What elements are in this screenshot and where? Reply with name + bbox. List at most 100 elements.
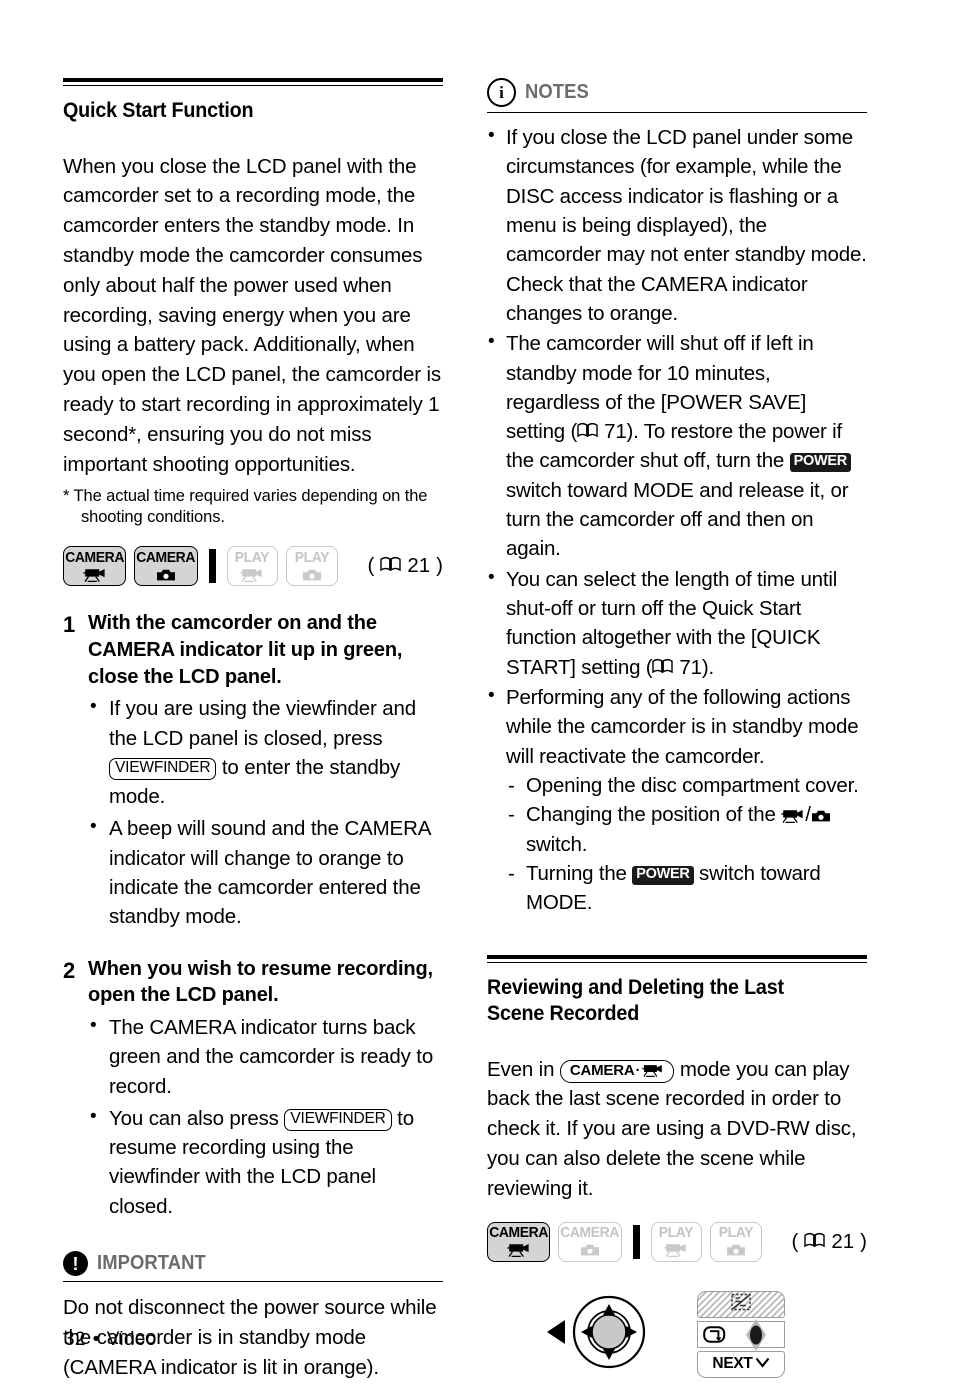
step-2-bullets: The CAMERA indicator turns back green an…	[63, 1012, 443, 1221]
mode-chip-label: CAMERA	[65, 549, 125, 566]
quick-start-footnote: * The actual time required varies depend…	[63, 486, 428, 526]
still-camera-icon	[580, 1242, 600, 1257]
callout-title: NOTES	[525, 81, 589, 103]
chevron-down-icon	[755, 1355, 770, 1373]
mode-chip-play-video[interactable]: PLAY	[650, 1221, 703, 1262]
joystick-4way[interactable]	[543, 1286, 655, 1383]
page-footer: 32 • Video	[64, 1329, 156, 1351]
step-number: 1	[63, 612, 76, 638]
step-instruction: When you wish to resume recording, open …	[88, 957, 433, 1007]
callout-title: IMPORTANT	[97, 1252, 206, 1275]
viewfinder-button[interactable]: VIEWFINDER	[109, 758, 217, 780]
list-item: You can also press VIEWFINDER to resume …	[90, 1103, 443, 1221]
list-item: If you are using the viewfinder and the …	[90, 693, 443, 811]
reviewing-paragraph: Even in CAMERA· mode you can play back t…	[487, 1055, 867, 1204]
notes-header: i NOTES	[487, 78, 867, 113]
video-camera-icon	[664, 1242, 688, 1257]
list-item: Changing the position of the / switch.	[506, 800, 867, 859]
guide-row-next-label: NEXT	[712, 1355, 753, 1373]
section-title-reviewing: Reviewing and Deleting the Last Scene Re…	[487, 976, 784, 1026]
sub-note-text: Changing the position of the	[526, 803, 782, 827]
exclamation-icon: !	[63, 1251, 88, 1277]
book-icon	[380, 554, 402, 578]
bullet-text-pre: You can also press	[109, 1106, 285, 1130]
guide-row-disabled[interactable]	[697, 1290, 785, 1318]
sub-note-text: switch.	[526, 832, 588, 856]
bullet-text-pre: If you are using the viewfinder and the …	[109, 697, 416, 750]
page-reference: 71	[652, 653, 702, 682]
paren-open: (	[791, 1229, 799, 1253]
footer-page-number: 32	[64, 1329, 86, 1350]
list-item: You can select the length of time until …	[487, 564, 867, 682]
still-camera-icon	[726, 1242, 746, 1257]
page-reference: 71	[577, 417, 627, 446]
footer-separator: •	[92, 1329, 100, 1350]
page-title: Quick Start Function	[63, 99, 254, 122]
video-camera-icon	[642, 1062, 664, 1079]
paren-close: )	[860, 1229, 867, 1253]
reviewing-section: Reviewing and Deleting the Last Scene Re…	[487, 955, 867, 1382]
section-rule-reviewing	[487, 955, 867, 964]
sub-note-text: Turning the	[526, 861, 633, 885]
video-photo-switch-glyphs: /	[781, 803, 831, 826]
step-instruction: With the camcorder on and the CAMERA ind…	[88, 612, 403, 688]
page-number-ref: 71	[604, 420, 627, 444]
page-reference: ( 21 )	[368, 554, 443, 578]
mode-chip-play-photo[interactable]: PLAY	[286, 546, 338, 587]
important-header: ! IMPORTANT	[63, 1251, 443, 1283]
book-icon	[804, 1230, 826, 1254]
mode-bar-divider	[632, 1224, 640, 1259]
left-column: Quick Start Function When you close the …	[63, 78, 443, 1385]
step-number: 2	[63, 957, 76, 983]
bullet-text-pre: A beep will sound and the CAMERA indicat…	[109, 817, 431, 929]
mode-bar-divider	[208, 549, 216, 584]
important-callout: ! IMPORTANT Do not disconnect the power …	[63, 1251, 443, 1382]
info-icon: i	[487, 78, 516, 107]
notes-list: If you close the LCD panel under some ci…	[487, 122, 867, 918]
mode-chip-camera-video[interactable]: CAMERA	[63, 546, 127, 587]
mode-chip-camera-video[interactable]: CAMERA	[487, 1221, 551, 1262]
guide-row-next[interactable]: NEXT	[697, 1350, 785, 1378]
camera-video-mode-pill: CAMERA·	[559, 1059, 675, 1084]
mode-chip-play-video[interactable]: PLAY	[226, 546, 279, 587]
video-camera-icon	[507, 1242, 531, 1257]
power-button[interactable]: POWER	[789, 453, 851, 473]
mode-chip-label: PLAY	[659, 1224, 694, 1241]
list-item: Performing any of the following actions …	[487, 682, 867, 918]
mode-chip-label: PLAY	[235, 549, 270, 566]
book-icon	[577, 417, 598, 446]
video-camera-icon	[83, 567, 107, 582]
manual-page: Quick Start Function When you close the …	[0, 0, 954, 1379]
joystick-guide-panel: NEXT	[697, 1290, 785, 1378]
mode-bar-quick-start: CAMERA CAMERA PLAY PLAY (21)	[63, 546, 443, 587]
list-item: If you close the LCD panel under some ci…	[487, 122, 867, 328]
note-text: ).	[701, 655, 714, 679]
mode-chip-label: CAMERA	[560, 1224, 620, 1241]
power-button[interactable]: POWER	[632, 865, 694, 885]
page-reference: ( 21 )	[792, 1230, 867, 1254]
still-camera-icon	[302, 567, 322, 582]
video-camera-icon	[781, 803, 805, 826]
mode-chip-label: CAMERA	[489, 1224, 549, 1241]
list-item: The camcorder will shut off if left in s…	[487, 328, 867, 564]
mode-chip-camera-photo[interactable]: CAMERA	[134, 546, 198, 587]
step-1: 1 With the camcorder on and the CAMERA i…	[63, 610, 443, 690]
still-camera-icon	[811, 803, 831, 826]
mode-chip-camera-photo[interactable]: CAMERA	[558, 1221, 622, 1262]
mode-chip-label: PLAY	[718, 1224, 754, 1241]
mode-chip-play-photo[interactable]: PLAY	[710, 1221, 762, 1262]
video-camera-icon	[240, 567, 264, 582]
note-text: Performing any of the following actions …	[506, 685, 859, 768]
page-number-ref: 21	[407, 554, 431, 578]
sub-note-text: Opening the disc compartment cover.	[526, 773, 859, 797]
book-icon	[652, 653, 674, 682]
step-2: 2 When you wish to resume recording, ope…	[63, 956, 443, 1009]
notes-callout: i NOTES If you close the LCD panel under…	[487, 78, 867, 917]
section-rule-quick-start	[63, 78, 443, 86]
list-item: Opening the disc compartment cover.	[506, 771, 867, 801]
list-item: Turning the POWER switch toward MODE.	[506, 859, 867, 918]
guide-row-review[interactable]	[697, 1318, 785, 1351]
viewfinder-button[interactable]: VIEWFINDER	[284, 1109, 392, 1131]
note-text: switch toward MODE and release it, or tu…	[506, 478, 849, 561]
paragraph-pre: Even in	[487, 1057, 560, 1081]
